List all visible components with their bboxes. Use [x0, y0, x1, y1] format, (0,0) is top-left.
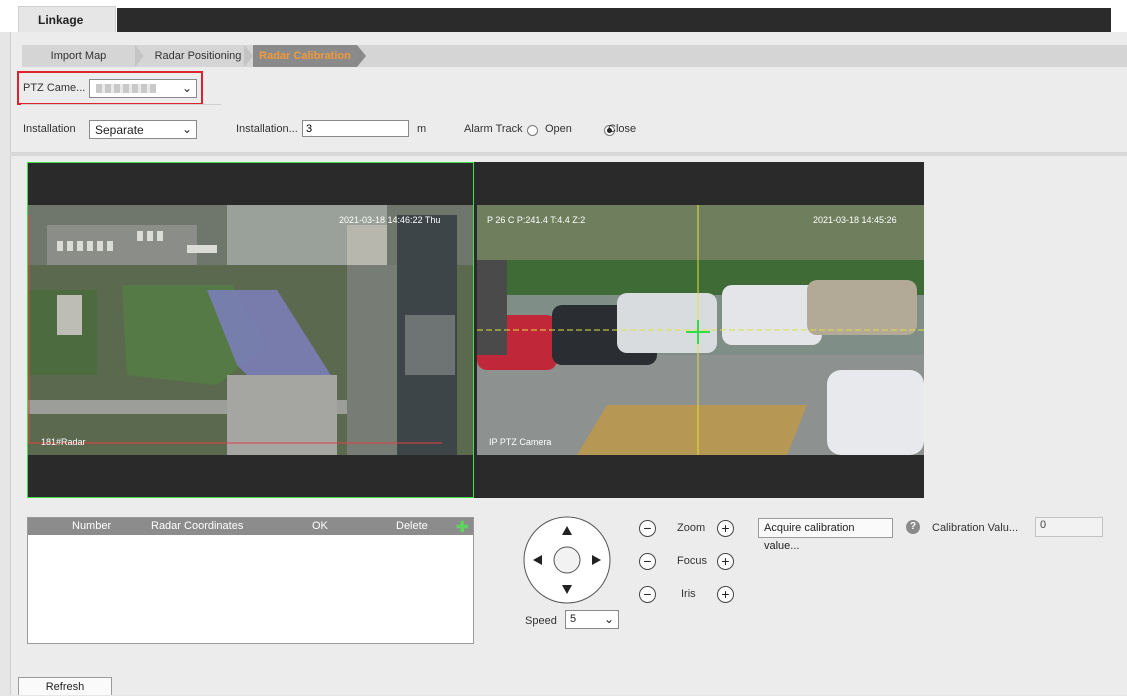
step-radar-positioning[interactable]: Radar Positioning — [146, 45, 250, 67]
acquire-calibration-button[interactable]: Acquire calibration value... — [758, 518, 893, 552]
installation-label: Installation — [23, 123, 76, 135]
right-timestamp: 2021-03-18 14:45:26 — [813, 215, 897, 225]
installation-select-value: Separate — [95, 123, 144, 137]
alarm-track-open-label: Open — [545, 123, 572, 135]
ptz-camera-image — [477, 205, 924, 455]
ptz-camera-select[interactable]: ⌄ — [89, 79, 197, 98]
ptz-center-button[interactable] — [554, 547, 580, 573]
chevron-down-icon: ⌄ — [181, 122, 192, 136]
step-divider — [244, 45, 253, 67]
iris-label: Iris — [681, 588, 696, 600]
col-radar-coordinates: Radar Coordinates — [151, 520, 244, 532]
step-divider — [135, 45, 144, 67]
focus-near-button[interactable]: − — [639, 553, 656, 570]
calibration-value-label: Calibration Valu... — [932, 522, 1019, 534]
zoom-label: Zoom — [677, 522, 706, 534]
col-ok: OK — [312, 520, 328, 532]
alarm-track-close-label: Close — [608, 123, 637, 135]
ptz-position-info: P 26 C P:241.4 T:4.4 Z:2 — [487, 215, 586, 225]
col-delete: Delete — [396, 520, 428, 532]
ptz-direction-pad — [522, 515, 612, 605]
distance-unit: m — [417, 123, 427, 135]
ptz-down-button[interactable] — [554, 579, 580, 601]
add-row-icon[interactable]: ✚ — [456, 518, 469, 536]
top-bar-dark — [117, 8, 1111, 32]
help-icon[interactable]: ? — [906, 520, 920, 534]
video-area: 2021-03-18 14:46:22 Thu 181#Radar P 26 C… — [27, 162, 924, 498]
blurred-camera-name — [96, 84, 156, 93]
chevron-down-icon: ⌄ — [603, 612, 614, 626]
left-channel-name: 181#Radar — [41, 437, 86, 447]
focus-label: Focus — [677, 555, 707, 567]
divider-line — [21, 104, 221, 105]
aerial-map-image — [27, 205, 474, 455]
step-radar-calibration[interactable]: Radar Calibration — [253, 45, 357, 67]
ptz-camera-view[interactable]: P 26 C P:241.4 T:4.4 Z:2 2021-03-18 14:4… — [477, 205, 924, 455]
zoom-out-button[interactable]: − — [639, 520, 656, 537]
zoom-in-button[interactable]: + — [717, 520, 734, 537]
table-header: Number Radar Coordinates OK Delete ✚ — [28, 518, 473, 536]
calibration-table: Number Radar Coordinates OK Delete ✚ — [27, 517, 474, 644]
alarm-track-label: Alarm Track — [464, 123, 523, 135]
alarm-track-open-radio[interactable] — [527, 124, 538, 136]
radar-map-view[interactable]: 2021-03-18 14:46:22 Thu 181#Radar — [27, 205, 474, 455]
installation-distance-input[interactable] — [302, 120, 409, 137]
ptz-up-button[interactable] — [554, 519, 580, 541]
installation-select[interactable]: Separate ⌄ — [89, 120, 197, 139]
iris-open-button[interactable]: + — [717, 586, 734, 603]
ptz-left-button[interactable] — [526, 547, 548, 573]
focus-far-button[interactable]: + — [717, 553, 734, 570]
section-separator — [10, 152, 1127, 156]
ptz-right-button[interactable] — [586, 547, 608, 573]
installation-distance-label: Installation... — [236, 123, 298, 135]
top-bar — [0, 0, 1127, 32]
col-number: Number — [72, 520, 112, 532]
speed-label: Speed — [525, 615, 557, 627]
tab-linkage[interactable]: Linkage — [18, 6, 116, 32]
left-timestamp: 2021-03-18 14:46:22 Thu — [339, 215, 441, 225]
step-bar: Import Map Radar Positioning Radar Calib… — [22, 45, 1127, 67]
step-import-map[interactable]: Import Map — [22, 45, 135, 67]
step-active-arrow — [357, 45, 366, 67]
speed-select[interactable]: 5 ⌄ — [565, 610, 619, 629]
right-channel-name: IP PTZ Camera — [489, 437, 552, 447]
iris-close-button[interactable]: − — [639, 586, 656, 603]
calibration-value-field: 0 — [1035, 517, 1103, 537]
chevron-down-icon: ⌄ — [181, 81, 192, 95]
speed-select-value: 5 — [570, 613, 577, 625]
refresh-button[interactable]: Refresh — [18, 677, 112, 695]
ptz-camera-label: PTZ Came... — [23, 82, 86, 94]
